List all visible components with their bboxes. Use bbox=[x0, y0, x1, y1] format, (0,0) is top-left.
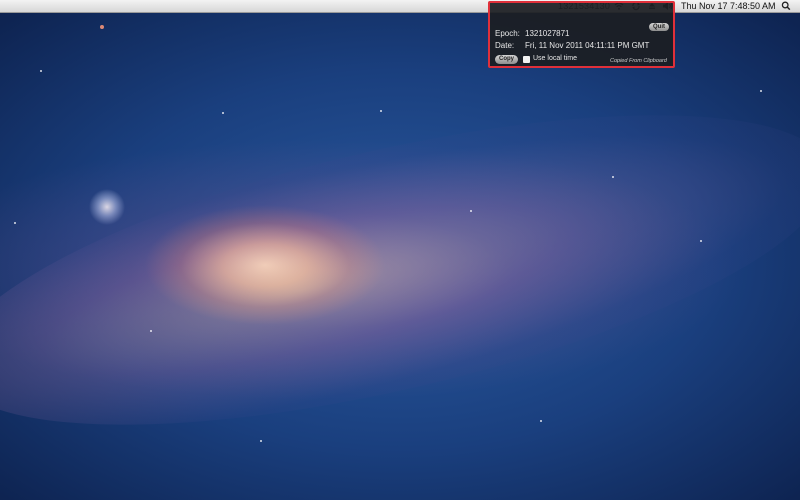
galaxy-wallpaper bbox=[0, 51, 800, 489]
wallpaper-star bbox=[40, 70, 42, 72]
wallpaper-star bbox=[470, 210, 472, 212]
use-local-time-checkbox[interactable] bbox=[523, 56, 530, 63]
date-label: Date: bbox=[495, 41, 515, 50]
menubar-date[interactable]: Thu Nov 17 bbox=[681, 0, 728, 12]
menubar-time[interactable]: 7:48:50 AM bbox=[730, 0, 776, 12]
wallpaper-star bbox=[150, 330, 152, 332]
wallpaper-star bbox=[222, 112, 224, 114]
status-message: Copied From Clipboard bbox=[610, 58, 667, 64]
wallpaper-star bbox=[700, 240, 702, 242]
copy-button[interactable]: Copy bbox=[495, 55, 518, 64]
epoch-value[interactable]: 1321027871 bbox=[525, 29, 570, 38]
wallpaper-star bbox=[260, 440, 262, 442]
wallpaper-star bbox=[612, 176, 614, 178]
menu-bar: 1321534130 bbox=[0, 0, 800, 13]
wallpaper-star bbox=[14, 222, 16, 224]
use-local-time-label[interactable]: Use local time bbox=[533, 55, 577, 62]
date-value: Fri, 11 Nov 2011 04:11:11 PM GMT bbox=[525, 41, 650, 50]
quit-button[interactable]: Quit bbox=[649, 23, 669, 31]
spotlight-search-icon[interactable] bbox=[781, 0, 791, 12]
wallpaper-star bbox=[540, 420, 542, 422]
epoch-converter-popover: Quit Epoch: 1321027871 Date: Fri, 11 Nov… bbox=[488, 1, 675, 68]
epoch-label: Epoch: bbox=[495, 29, 520, 38]
wallpaper-star bbox=[760, 90, 762, 92]
wallpaper-star bbox=[100, 25, 104, 29]
wallpaper-star bbox=[380, 110, 382, 112]
desktop: 1321534130 bbox=[0, 0, 800, 500]
